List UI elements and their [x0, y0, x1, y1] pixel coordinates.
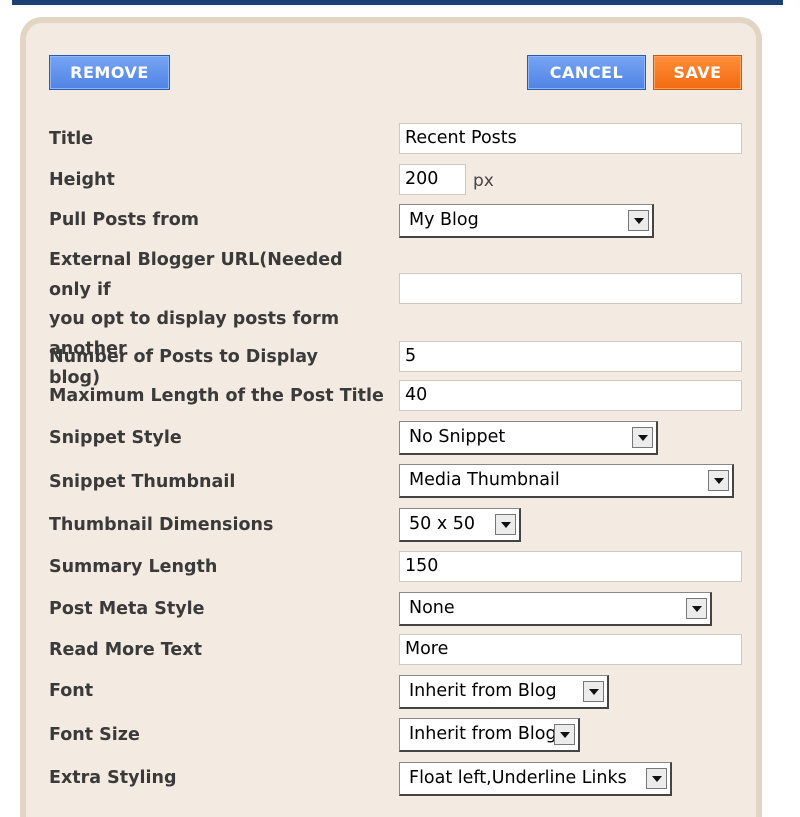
snippet-thumbnail-label: Snippet Thumbnail — [49, 472, 236, 492]
snippet-style-label: Snippet Style — [49, 428, 182, 448]
read-more-text-label: Read More Text — [49, 640, 202, 660]
num-posts-label: Number of Posts to Display — [49, 347, 318, 367]
post-meta-style-select-value: None — [409, 598, 455, 618]
extra-styling-label: Extra Styling — [49, 768, 177, 788]
chevron-down-icon — [495, 514, 516, 535]
font-select-value: Inherit from Blog — [409, 681, 557, 701]
snippet-thumbnail-select-value: Media Thumbnail — [409, 470, 560, 490]
chevron-down-icon — [708, 470, 729, 491]
summary-length-label: Summary Length — [49, 557, 218, 577]
num-posts-input[interactable]: 5 — [399, 341, 742, 372]
thumbnail-dimensions-label: Thumbnail Dimensions — [49, 515, 274, 535]
post-meta-style-select[interactable]: None — [399, 592, 712, 626]
cancel-button[interactable]: CANCEL — [527, 55, 646, 90]
chevron-down-icon — [632, 427, 653, 448]
snippet-style-select[interactable]: No Snippet — [399, 421, 658, 455]
font-size-select[interactable]: Inherit from Blog — [399, 718, 580, 752]
max-title-length-label: Maximum Length of the Post Title — [49, 386, 384, 406]
extra-styling-select[interactable]: Float left,Underline Links — [399, 762, 672, 796]
thumbnail-dimensions-select-value: 50 x 50 — [409, 514, 476, 534]
chevron-down-icon — [554, 724, 575, 745]
pull-posts-label: Pull Posts from — [49, 210, 200, 230]
read-more-text-input[interactable]: More — [399, 634, 742, 665]
chevron-down-icon — [646, 768, 667, 789]
summary-length-input[interactable]: 150 — [399, 551, 742, 582]
chevron-down-icon — [686, 598, 707, 619]
extra-styling-select-value: Float left,Underline Links — [409, 768, 627, 788]
top-header-bar — [12, 0, 783, 5]
post-meta-style-label: Post Meta Style — [49, 599, 205, 619]
title-label: Title — [49, 129, 94, 149]
external-url-input[interactable] — [399, 273, 742, 304]
save-button[interactable]: SAVE — [653, 55, 742, 90]
height-unit-label: px — [473, 171, 494, 191]
thumbnail-dimensions-select[interactable]: 50 x 50 — [399, 508, 521, 542]
font-size-label: Font Size — [49, 725, 140, 745]
remove-button[interactable]: REMOVE — [49, 55, 170, 90]
max-title-length-input[interactable]: 40 — [399, 380, 742, 411]
external-url-label-line: External Blogger URL(Needed only if — [49, 250, 343, 300]
chevron-down-icon — [628, 210, 649, 231]
chevron-down-icon — [583, 681, 604, 702]
height-label: Height — [49, 170, 115, 190]
title-input[interactable]: Recent Posts — [399, 123, 742, 154]
pull-posts-select[interactable]: My Blog — [399, 204, 654, 238]
snippet-thumbnail-select[interactable]: Media Thumbnail — [399, 464, 734, 498]
height-input[interactable]: 200 — [399, 164, 466, 195]
font-size-select-value: Inherit from Blog — [409, 724, 557, 744]
snippet-style-select-value: No Snippet — [409, 427, 506, 447]
pull-posts-select-value: My Blog — [409, 210, 479, 230]
font-label: Font — [49, 681, 94, 701]
font-select[interactable]: Inherit from Blog — [399, 675, 609, 709]
